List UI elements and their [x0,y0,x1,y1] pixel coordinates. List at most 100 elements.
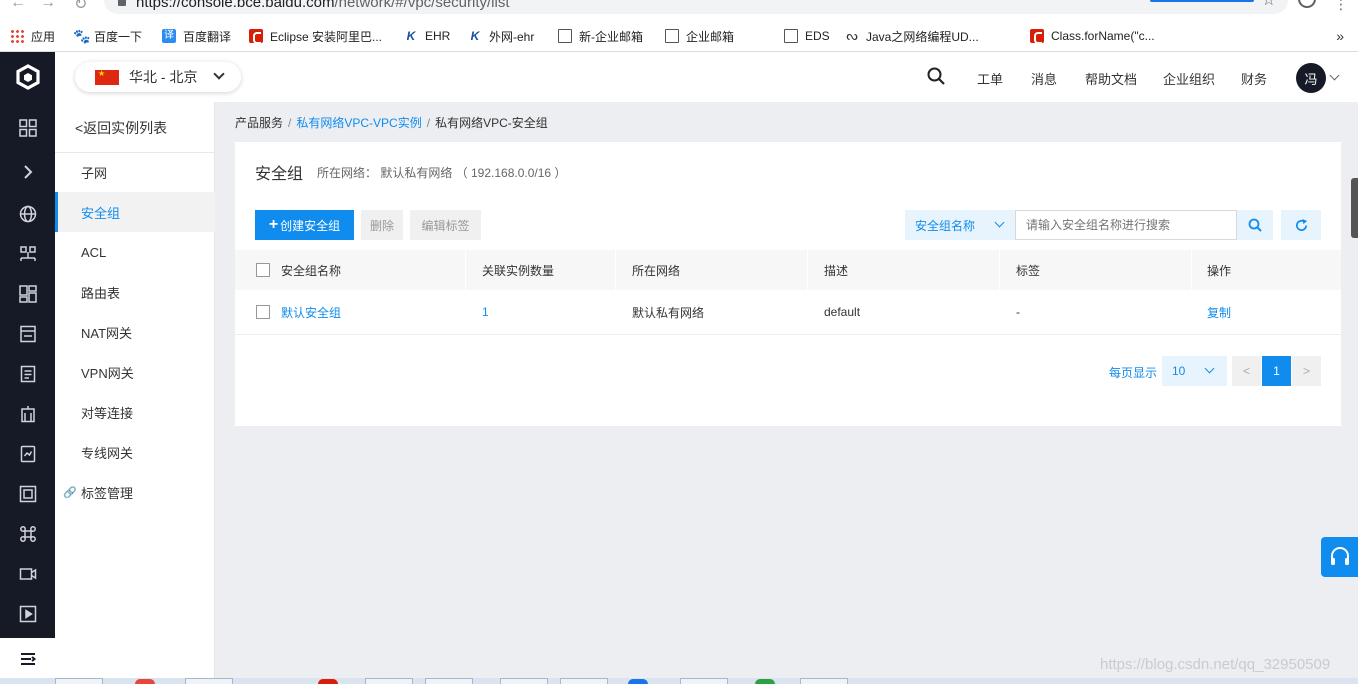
storage-icon[interactable] [0,314,55,354]
bookmark-apps[interactable]: 应用 [10,26,55,46]
taskbar-item[interactable] [560,678,608,684]
menu-dots-icon[interactable]: ⋮ [1334,0,1348,13]
chevron-down-icon [994,217,1005,228]
header-link-org[interactable]: 企业组织 [1163,69,1215,88]
reload-icon[interactable]: ↻ [74,0,87,14]
taskbar-item[interactable] [365,678,413,684]
menu-list-icon[interactable] [0,638,55,680]
forward-arrow-icon[interactable]: → [40,0,56,12]
sidebar-item-dedicated-gateway[interactable]: 专线网关 [55,432,215,472]
sidebar-item-tag-management[interactable]: 🔗 标签管理 [55,472,215,512]
bookmark-eds[interactable]: EDS [782,26,830,46]
link-icon: 🔗 [63,486,77,499]
play-icon[interactable] [0,594,55,634]
bookmark-java[interactable]: ᔓ Java之网络编程UD... [845,26,979,46]
header-link-finance[interactable]: 财务 [1241,69,1267,88]
sidebar-item-route-table[interactable]: 路由表 [55,272,215,312]
avatar[interactable]: 冯 [1296,63,1326,93]
header-link-ticket[interactable]: 工单 [977,69,1003,88]
edit-tags-button[interactable]: 编辑标签 [410,210,481,240]
globe-icon[interactable] [0,194,55,234]
customer-service-button[interactable] [1321,537,1358,577]
bookmark-new-mail[interactable]: 新-企业邮箱 [556,26,643,46]
bookmark-label: 外网-ehr [489,29,535,44]
security-group-name-link[interactable]: 默认安全组 [281,290,341,334]
dashboard-grid-icon[interactable] [0,108,55,148]
prev-page-button[interactable]: < [1232,356,1261,386]
header-link-messages[interactable]: 消息 [1031,69,1057,88]
breadcrumb-root: 产品服务 [235,116,284,130]
bookmark-star-icon[interactable]: ☆ [1262,0,1276,10]
taskbar-app-icon[interactable] [135,679,155,684]
taskbar-item[interactable] [800,678,848,684]
back-to-instances-link[interactable]: <返回实例列表 [75,118,167,138]
bookmarks-bar: 应用 🐾 百度一下 译百度翻译 Eclipse 安装阿里巴... K EHR K 外网… [0,20,1358,52]
os-taskbar [0,678,1358,684]
search-icon[interactable] [927,67,945,85]
video-icon[interactable] [0,554,55,594]
bookmark-mail[interactable]: 企业邮箱 [663,26,734,46]
taskbar-item[interactable] [500,678,548,684]
create-security-group-button[interactable]: + 创建安全组 [255,210,354,240]
command-icon[interactable] [0,514,55,554]
delete-button[interactable]: 删除 [361,210,403,240]
column-divider [807,250,808,290]
bookmark-eclipse[interactable]: Eclipse 安装阿里巴... [249,26,382,46]
bookmark-external-ehr[interactable]: K 外网-ehr [468,26,535,46]
frame-icon[interactable] [0,474,55,514]
sidebar-item-subnet[interactable]: 子网 [55,152,215,192]
extension-indicator[interactable] [1150,0,1254,2]
sidebar-item-vpn-gateway[interactable]: VPN网关 [55,352,215,392]
bookmark-label: 应用 [31,29,56,44]
taskbar-item[interactable] [680,678,728,684]
building-icon[interactable] [0,394,55,434]
profile-icon[interactable] [1298,0,1316,8]
breadcrumb: 产品服务 / 私有网络VPC-VPC实例 / 私有网络VPC-安全组 [235,114,548,131]
header-link-docs[interactable]: 帮助文档 [1085,69,1137,88]
taskbar-item[interactable] [55,678,103,684]
region-selector[interactable]: 华北 - 北京 [75,62,241,92]
bookmark-baidu[interactable]: 🐾 百度一下 [73,26,142,46]
bookmark-classforname[interactable]: Class.forName("c... [1030,26,1155,46]
next-page-button[interactable]: > [1292,356,1321,386]
bookmark-label: 企业邮箱 [686,29,735,44]
taskbar-app-icon[interactable] [755,679,775,684]
search-icon [1248,218,1262,232]
bookmark-ehr[interactable]: K EHR [404,26,451,46]
copy-action-link[interactable]: 复制 [1207,290,1231,334]
layout-icon[interactable] [0,274,55,314]
breadcrumb-vpc-link[interactable]: 私有网络VPC-VPC实例 [296,116,421,130]
instance-count-link[interactable]: 1 [482,290,489,334]
select-all-checkbox[interactable] [256,263,270,277]
sidebar-item-security-group[interactable]: 安全组 [55,192,215,232]
chevron-down-icon[interactable] [1329,70,1340,81]
page-1-button[interactable]: 1 [1262,356,1291,386]
expand-chevron-icon[interactable] [0,152,55,192]
bookmark-baidu-translate[interactable]: 译百度翻译 [162,26,231,46]
search-input[interactable] [1015,210,1237,240]
side-scroll-handle[interactable] [1351,178,1358,238]
search-field-select[interactable]: 安全组名称 [905,210,1015,240]
document-icon[interactable] [0,354,55,394]
select-value: 10 [1172,364,1186,378]
address-bar[interactable]: https://console.bce.baidu.com/network/#/… [104,0,1288,14]
bookmarks-more-icon[interactable]: » [1336,28,1344,44]
page-size-select[interactable]: 10 [1162,356,1227,386]
taskbar-item[interactable] [425,678,473,684]
taskbar-item[interactable] [185,678,233,684]
baidu-cloud-logo[interactable] [0,52,55,102]
network-topology-icon[interactable] [0,234,55,274]
refresh-button[interactable] [1281,210,1321,240]
bookmark-label: Java之网络编程UD... [866,29,979,44]
sidebar-item-peering[interactable]: 对等连接 [55,392,215,432]
taskbar-app-icon[interactable] [628,679,648,684]
report-icon[interactable] [0,434,55,474]
taskbar-app-icon[interactable] [318,679,338,684]
sidebar-item-nat-gateway[interactable]: NAT网关 [55,312,215,352]
row-checkbox[interactable] [256,305,270,319]
china-flag-icon [95,69,119,85]
bookmark-label: 新-企业邮箱 [579,29,643,44]
back-arrow-icon[interactable]: ← [10,0,26,12]
search-button[interactable] [1237,210,1273,240]
sidebar-item-acl[interactable]: ACL [55,232,215,272]
